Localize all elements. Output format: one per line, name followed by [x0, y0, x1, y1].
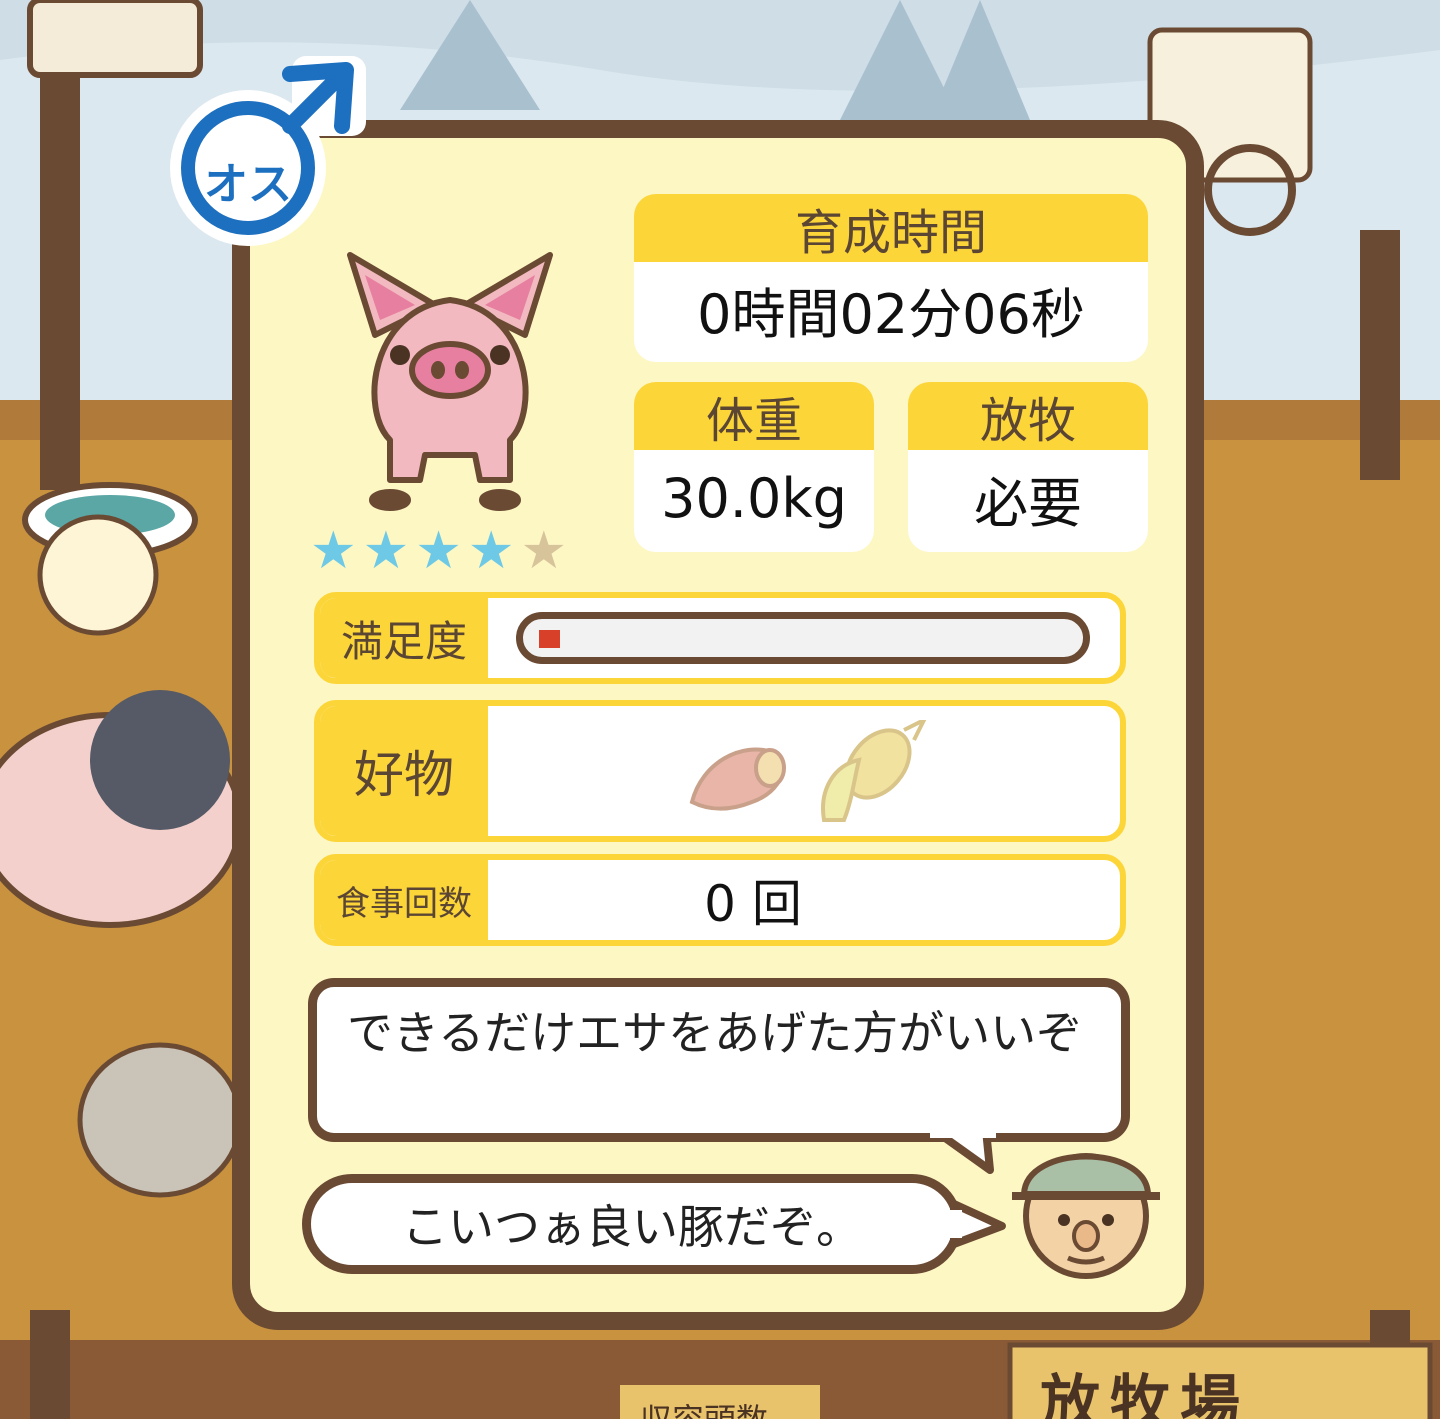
- farmer-comment-text: こいつぁ良い豚だぞ。: [402, 1200, 862, 1254]
- star-filled-icon: ★: [467, 521, 515, 581]
- satisfaction-bar-fill: [539, 630, 560, 648]
- farmer-advice-text: できるだけエサをあげた方がいいぞ: [347, 1006, 1083, 1060]
- gender-badge[interactable]: オス: [162, 50, 368, 256]
- pink-pig-icon: [347, 252, 553, 511]
- grazing-box: 放牧 必要: [908, 382, 1148, 552]
- raising-time-label: 育成時間: [634, 194, 1148, 262]
- raising-time-value: 0時間02分06秒: [640, 262, 1142, 356]
- favorites-row: 好物: [314, 700, 1126, 842]
- raising-time-box: 育成時間 0時間02分06秒: [634, 194, 1148, 362]
- meal-count-row: 食事回数 0 回: [314, 854, 1126, 946]
- capacity-tab-label: 収容頭数: [640, 1395, 768, 1419]
- gender-label: オス: [204, 159, 292, 210]
- farmer-comment-bubble: こいつぁ良い豚だぞ。: [302, 1174, 962, 1274]
- favorites-label: 好物: [320, 706, 488, 836]
- meal-count-label: 食事回数: [320, 860, 488, 940]
- weight-value: 30.0kg: [640, 450, 868, 546]
- advice-bubble-tail: [930, 1126, 996, 1174]
- satisfaction-bar: [516, 612, 1090, 664]
- weight-label: 体重: [634, 382, 874, 450]
- game-scene: 放牧場 収容頭数 オス ★★★★★ 育成時間: [0, 0, 1440, 1419]
- rating-stars: ★ ★ ★ ★ ★: [310, 524, 610, 578]
- farmer-face-icon: [1012, 1153, 1160, 1279]
- satisfaction-row: 満足度: [314, 592, 1126, 684]
- comment-bubble-tail: [950, 1200, 1006, 1248]
- pasture-sign-text: 放牧場: [1040, 1369, 1250, 1419]
- grazing-value: 必要: [914, 450, 1142, 546]
- star-filled-icon: ★: [362, 521, 410, 581]
- grazing-label: 放牧: [908, 382, 1148, 450]
- corn-icon: [821, 720, 927, 822]
- farmer-advice-bubble: できるだけエサをあげた方がいいぞ: [308, 978, 1130, 1142]
- meal-count-value: 0 回: [704, 875, 802, 933]
- satisfaction-label: 満足度: [320, 598, 488, 678]
- weight-box: 体重 30.0kg: [634, 382, 874, 552]
- star-filled-icon: ★: [415, 521, 462, 581]
- star-filled-icon: ★: [310, 521, 357, 581]
- sweet-potato-icon: [689, 747, 786, 811]
- star-empty-icon: ★: [520, 521, 568, 581]
